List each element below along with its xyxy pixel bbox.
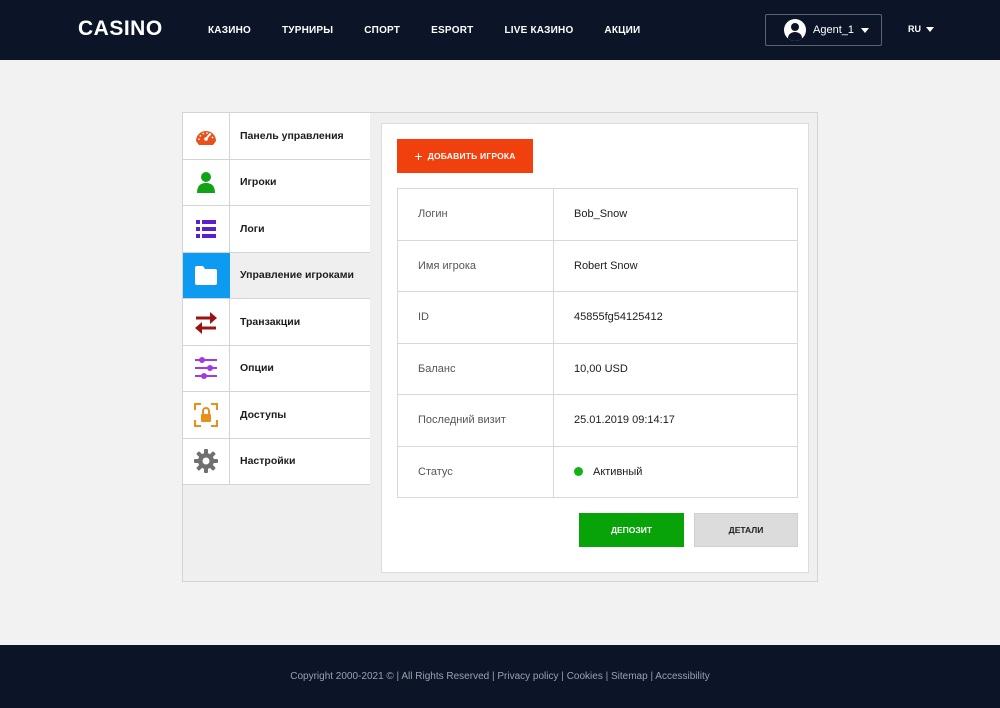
sidebar-item-label: Транзакции (240, 315, 301, 328)
field-label: Логин (397, 188, 554, 241)
player-info-table: Логин Bob_Snow Имя игрока Robert Snow ID… (397, 188, 798, 498)
list-icon (196, 219, 216, 238)
status-value: Активный (553, 445, 798, 498)
sidebar-item-label: Настройки (240, 455, 296, 468)
avatar-icon (784, 19, 806, 41)
field-value: Bob_Snow (553, 188, 798, 241)
nav-item-live-casino[interactable]: LIVE КАЗИНО (504, 25, 573, 36)
user-icon (197, 172, 215, 194)
sidebar-item-access[interactable]: Доступы (183, 392, 370, 439)
speedometer-icon (196, 130, 216, 145)
nav-item-promotions[interactable]: АКЦИИ (604, 25, 640, 36)
sidebar-item-settings[interactable]: Настройки (183, 438, 370, 485)
sidebar-item-player-management[interactable]: Управление игроками (183, 252, 370, 299)
sidebar-item-label: Управление игроками (240, 269, 354, 282)
nav-item-tournaments[interactable]: ТУРНИРЫ (282, 25, 333, 36)
folder-icon (195, 265, 217, 285)
add-player-button[interactable]: + ДОБАВИТЬ ИГРОКА (397, 139, 533, 173)
transfer-arrows-icon (195, 311, 217, 334)
main-nav: КАЗИНО ТУРНИРЫ СПОРТ ESPORT LIVE КАЗИНО … (208, 0, 671, 60)
sidebar: Панель управления Игроки Логи Управление… (183, 113, 370, 485)
casino-logo[interactable]: CASINO (78, 17, 163, 41)
sliders-icon (195, 357, 217, 380)
privacy-policy-link[interactable]: Privacy policy (497, 671, 558, 682)
table-row: Последний визит 25.01.2019 09:14:17 (397, 394, 798, 447)
plus-icon: + (414, 148, 423, 164)
field-label: Баланс (397, 342, 554, 395)
sidebar-item-label: Игроки (240, 176, 277, 189)
nav-item-casino[interactable]: КАЗИНО (208, 25, 251, 36)
user-menu-button[interactable]: Agent_1 (765, 14, 882, 46)
gear-icon (194, 449, 218, 474)
cookies-link[interactable]: Cookies (567, 671, 603, 682)
table-row: Баланс 10,00 USD (397, 342, 798, 395)
field-value: 10,00 USD (553, 342, 798, 395)
sidebar-item-transactions[interactable]: Транзакции (183, 299, 370, 346)
footer: Copyright 2000-2021 © | All Rights Reser… (0, 645, 1000, 708)
sidebar-item-label: Логи (240, 222, 265, 235)
field-value: Robert Snow (553, 239, 798, 292)
add-player-label: ДОБАВИТЬ ИГРОКА (427, 151, 516, 161)
dashboard-panel: Панель управления Игроки Логи Управление… (182, 112, 818, 582)
nav-item-esport[interactable]: ESPORT (431, 25, 473, 36)
sitemap-link[interactable]: Sitemap (611, 671, 648, 682)
language-selector[interactable]: RU (908, 24, 934, 34)
deposit-button[interactable]: ДЕПОЗИТ (579, 513, 684, 547)
sidebar-item-label: Панель управления (240, 129, 344, 142)
table-row: Статус Активный (397, 445, 798, 498)
details-button[interactable]: ДЕТАЛИ (694, 513, 798, 547)
table-row: Логин Bob_Snow (397, 188, 798, 241)
field-label: Статус (397, 445, 554, 498)
field-label: ID (397, 291, 554, 344)
top-header: CASINO КАЗИНО ТУРНИРЫ СПОРТ ESPORT LIVE … (0, 0, 1000, 60)
sidebar-item-dashboard[interactable]: Панель управления (183, 113, 370, 160)
sidebar-item-logs[interactable]: Логи (183, 206, 370, 253)
status-text: Активный (593, 465, 643, 478)
status-dot-icon (574, 466, 583, 476)
table-row: Имя игрока Robert Snow (397, 239, 798, 292)
chevron-down-icon (926, 26, 934, 32)
footer-text: Copyright 2000-2021 © | All Rights Reser… (290, 671, 710, 682)
sidebar-item-label: Опции (240, 362, 274, 375)
nav-item-sport[interactable]: СПОРТ (364, 25, 400, 36)
user-name: Agent_1 (813, 24, 854, 36)
chevron-down-icon (860, 27, 869, 33)
sidebar-item-players[interactable]: Игроки (183, 159, 370, 206)
lock-icon (194, 402, 218, 427)
field-label: Последний визит (397, 394, 554, 447)
language-label: RU (908, 24, 921, 34)
field-value: 45855fg54125412 (553, 291, 798, 344)
sidebar-item-label: Доступы (240, 408, 287, 421)
field-label: Имя игрока (397, 239, 554, 292)
sidebar-item-options[interactable]: Опции (183, 345, 370, 392)
copyright-text: Copyright 2000-2021 © | All Rights Reser… (290, 671, 490, 682)
player-details-card: + ДОБАВИТЬ ИГРОКА Логин Bob_Snow Имя игр… (381, 123, 809, 573)
table-row: ID 45855fg54125412 (397, 291, 798, 344)
field-value: 25.01.2019 09:14:17 (553, 394, 798, 447)
accessibility-link[interactable]: Accessibility (655, 671, 709, 682)
